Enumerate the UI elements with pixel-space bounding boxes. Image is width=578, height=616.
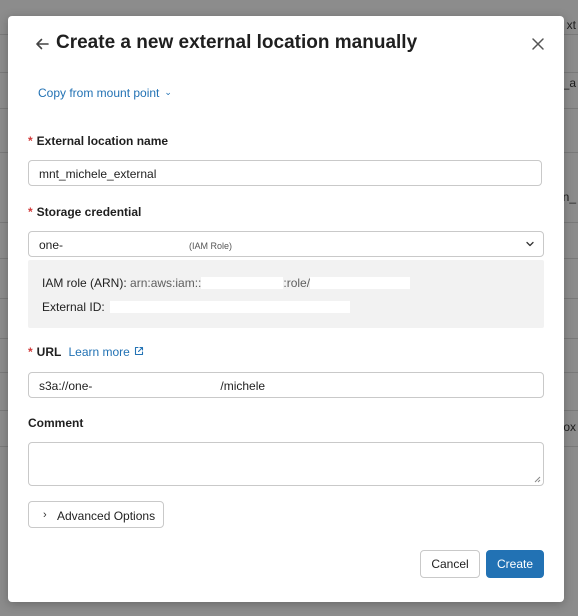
chevron-right-icon: › bbox=[43, 509, 47, 521]
advanced-options-label: Advanced Options bbox=[57, 509, 156, 523]
external-id-label: External ID: bbox=[42, 300, 105, 314]
close-icon[interactable] bbox=[530, 36, 546, 52]
url-value-suffix: /michele bbox=[220, 379, 266, 393]
storage-credential-select[interactable]: one- (IAM Role) bbox=[28, 231, 544, 257]
copy-from-mount-point-dropdown[interactable]: Copy from mount point ⌄ bbox=[38, 86, 172, 100]
storage-credential-value: one- bbox=[39, 238, 64, 252]
chevron-down-icon bbox=[526, 241, 534, 247]
advanced-options-button[interactable]: › Advanced Options bbox=[28, 501, 164, 528]
comment-label-text: Comment bbox=[28, 416, 84, 430]
comment-label: Comment bbox=[28, 416, 83, 430]
storage-credential-details: IAM role (ARN): arn:aws:iam:::role/ Exte… bbox=[28, 260, 544, 328]
external-location-name-value: mnt_michele_external bbox=[39, 167, 157, 181]
dialog-header: Create a new external location manually bbox=[34, 32, 546, 56]
iam-role-label: IAM role (ARN): bbox=[42, 276, 127, 290]
redacted-block bbox=[92, 379, 221, 393]
back-arrow-icon[interactable] bbox=[34, 36, 50, 52]
bg-text-fragment: xt bbox=[566, 18, 576, 32]
create-external-location-dialog: Create a new external location manually … bbox=[8, 16, 564, 602]
iam-role-line: IAM role (ARN): arn:aws:iam:::role/ bbox=[42, 276, 411, 290]
url-label-text: URL bbox=[36, 345, 62, 359]
iam-role-value-mid: :role/ bbox=[283, 276, 311, 290]
redacted-block bbox=[310, 277, 411, 289]
bg-text-fragment: _a bbox=[562, 76, 576, 90]
iam-role-badge: (IAM Role) bbox=[189, 241, 233, 251]
comment-textarea[interactable] bbox=[28, 442, 544, 486]
learn-more-text: Learn more bbox=[68, 345, 130, 359]
chevron-down-icon: ⌄ bbox=[164, 87, 172, 97]
redacted-block bbox=[110, 301, 351, 313]
external-location-name-input[interactable]: mnt_michele_external bbox=[28, 160, 542, 186]
storage-credential-label: * Storage credential bbox=[28, 205, 141, 219]
required-marker: * bbox=[28, 345, 33, 359]
url-value-prefix: s3a://one- bbox=[39, 379, 93, 393]
required-marker: * bbox=[28, 134, 33, 148]
iam-role-value-prefix: arn:aws:iam:: bbox=[130, 276, 202, 290]
learn-more-link[interactable]: Learn more bbox=[68, 345, 143, 359]
external-location-name-label: * External location name bbox=[28, 134, 168, 148]
cancel-button[interactable]: Cancel bbox=[420, 550, 480, 578]
redacted-block bbox=[201, 277, 284, 289]
bg-text-fragment: n_ bbox=[562, 190, 576, 204]
create-button[interactable]: Create bbox=[486, 550, 544, 578]
resize-grip-icon[interactable] bbox=[533, 475, 541, 483]
copy-from-mount-point-label: Copy from mount point bbox=[38, 86, 160, 100]
storage-credential-label-text: Storage credential bbox=[36, 205, 142, 219]
dialog-title: Create a new external location manually bbox=[56, 32, 418, 53]
url-label: * URL Learn more bbox=[28, 345, 144, 359]
required-marker: * bbox=[28, 205, 33, 219]
external-id-line: External ID: bbox=[42, 300, 351, 314]
url-input[interactable]: s3a://one- /michele bbox=[28, 372, 544, 398]
external-link-icon bbox=[134, 346, 143, 356]
bg-text-fragment: ox bbox=[563, 420, 576, 434]
external-location-name-label-text: External location name bbox=[36, 134, 169, 148]
